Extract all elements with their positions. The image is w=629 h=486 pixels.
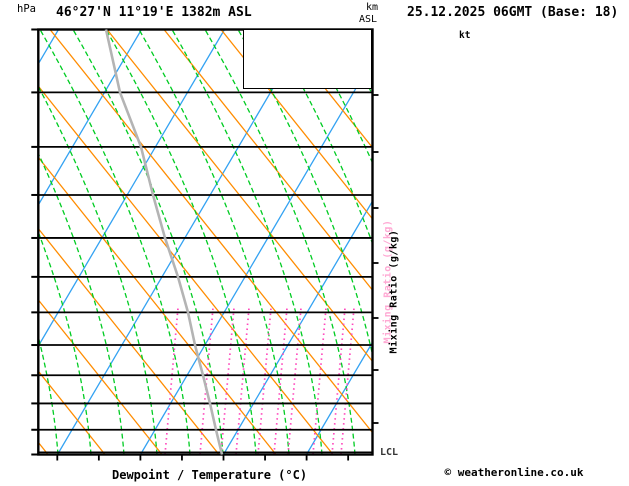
lcl-label: LCL <box>380 447 399 458</box>
temperature-axis-title: Dewpoint / Temperature (°C) <box>112 468 308 482</box>
skewt-sounding-screenshot: hPa 46°27'N 11°19'E 1382m ASL km ASL 25.… <box>0 0 629 486</box>
footer-credit: © weatheronline.co.uk <box>444 466 584 479</box>
mixing-ratio-axis-title: Mixing Ratio (g/kg) <box>388 229 400 354</box>
pressure-axis-unit: hPa <box>17 3 36 15</box>
altitude-axis-unit-km: km <box>366 2 379 13</box>
altitude-axis-unit-asl: ASL <box>359 14 378 25</box>
hodograph-unit-label: kt <box>459 30 471 41</box>
station-title: 46°27'N 11°19'E 1382m ASL <box>56 5 252 20</box>
legend <box>243 29 372 89</box>
run-date-label: 25.12.2025 06GMT (Base: 18) <box>407 5 619 20</box>
